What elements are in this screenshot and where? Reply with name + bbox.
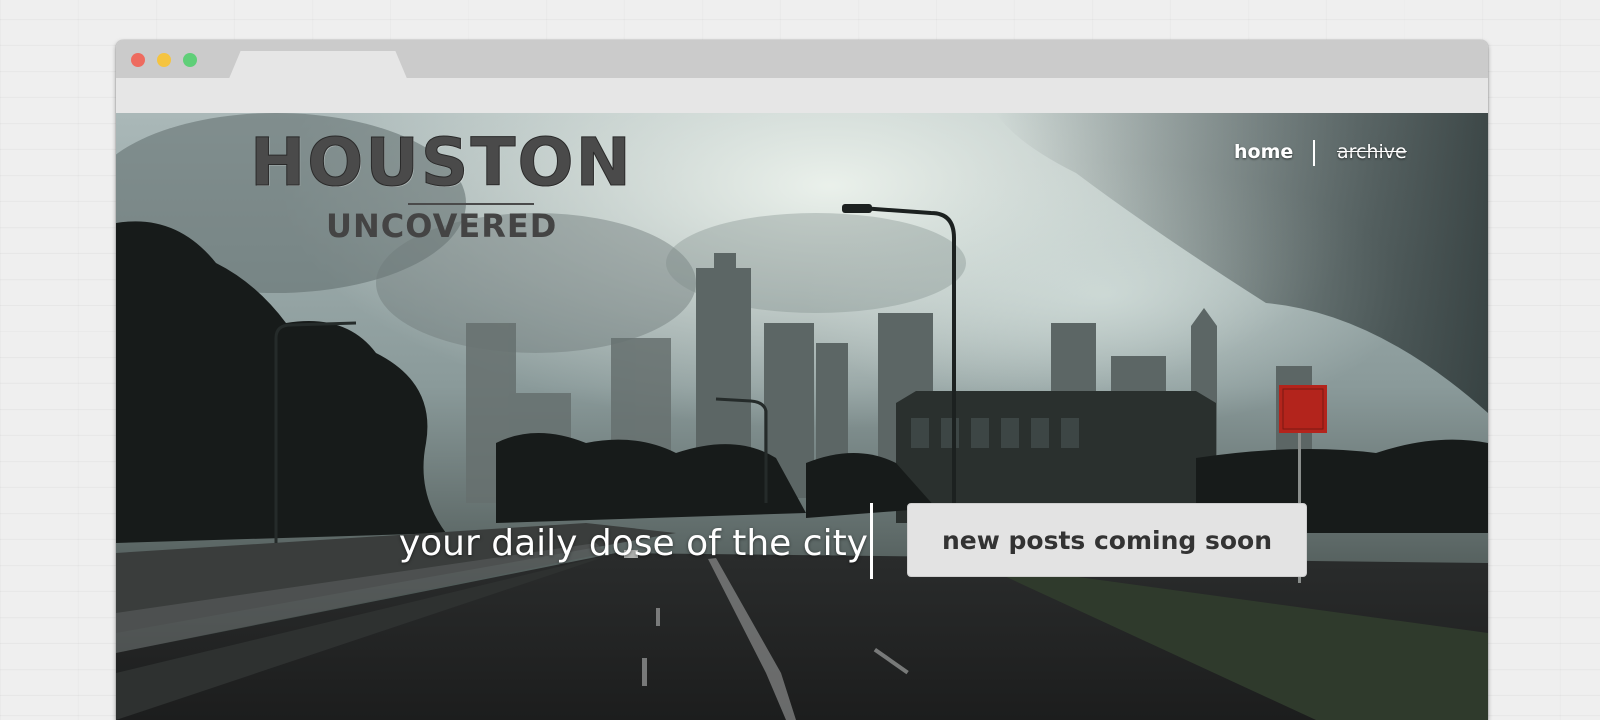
logo-subtitle: UNCOVERED xyxy=(326,207,558,245)
nav-link-archive[interactable]: archive xyxy=(1337,141,1407,163)
minimize-window-button[interactable] xyxy=(157,53,171,67)
logo-title: HOUSTON xyxy=(250,124,633,202)
maximize-window-button[interactable] xyxy=(183,53,197,67)
hero-tagline: your daily dose of the city xyxy=(398,523,868,564)
nav-link-home[interactable]: home xyxy=(1234,141,1293,163)
new-posts-button[interactable]: new posts coming soon xyxy=(907,503,1307,577)
site-logo[interactable]: HOUSTON UNCOVERED xyxy=(250,123,650,253)
nav-divider xyxy=(1313,140,1315,166)
browser-tab[interactable] xyxy=(228,51,408,81)
browser-window: home archive HOUSTON UNCOVERED your dail… xyxy=(116,40,1488,720)
browser-toolbar xyxy=(116,78,1488,113)
browser-titlebar xyxy=(116,40,1488,81)
close-window-button[interactable] xyxy=(131,53,145,67)
page-viewport: home archive HOUSTON UNCOVERED your dail… xyxy=(116,113,1488,720)
logo-divider xyxy=(408,203,534,205)
tagline-divider xyxy=(870,503,873,579)
